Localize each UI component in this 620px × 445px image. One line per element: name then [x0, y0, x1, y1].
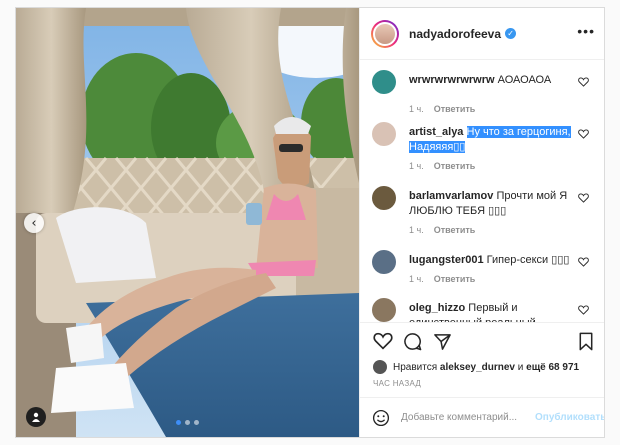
likes-conj: и	[517, 361, 524, 373]
comment-text: barlamvarlamov Прочти мой Я ЛЮБЛЮ ТЕБЯ ▯…	[409, 189, 577, 219]
reply-button[interactable]: Ответить	[434, 274, 476, 284]
comment-meta: 1 ч. Ответить	[409, 104, 485, 114]
comment-content: АОАОАОА	[497, 74, 552, 86]
comment-text: wrwrwrwrwrwrw АОАОАОА	[409, 73, 577, 88]
post-sidebar: nadyadorofeeva ✓ ••• wrwrwrwrwrwrw АОАОА…	[359, 8, 604, 437]
comment-text: lugangster001 Гипер-секси ▯▯▯	[409, 253, 577, 268]
comment-time: 1 ч.	[409, 161, 424, 171]
carousel-dots	[16, 420, 359, 425]
heart-icon[interactable]	[578, 129, 589, 139]
carousel-dot	[176, 420, 181, 425]
emoji-icon[interactable]	[372, 409, 390, 427]
comment-avatar[interactable]	[372, 298, 396, 322]
comment-text: oleg_hizzo Первый и единственный реальны…	[409, 301, 577, 322]
comment-username[interactable]: lugangster001	[409, 254, 484, 266]
emoji-placeholder: ▯▯▯	[488, 205, 507, 217]
carousel-dot	[194, 420, 199, 425]
reply-button[interactable]: Ответить	[434, 161, 476, 171]
author-avatar[interactable]	[371, 19, 399, 48]
carousel-prev-button[interactable]: ‹	[24, 213, 44, 233]
instagram-post: ‹ nadyadorofeeva ✓ ••• wrwrwrwrwrwrw АОА…	[15, 7, 605, 438]
post-actions	[360, 322, 604, 360]
comment-meta: 1 ч. Ответить	[409, 161, 485, 171]
comment-avatar[interactable]	[372, 250, 396, 274]
comment-icon[interactable]	[403, 332, 422, 351]
heart-icon[interactable]	[578, 77, 589, 87]
like-heart-icon[interactable]	[373, 332, 393, 350]
verified-badge-icon: ✓	[505, 28, 517, 39]
share-icon[interactable]	[433, 332, 452, 351]
likes-prefix: Нравится	[393, 361, 438, 373]
reply-button[interactable]: Ответить	[434, 225, 476, 235]
post-header: nadyadorofeeva ✓ •••	[360, 8, 604, 60]
heart-icon[interactable]	[578, 193, 589, 203]
comment-avatar[interactable]	[372, 122, 396, 146]
chevron-left-icon: ‹	[31, 215, 37, 231]
comments-list: wrwrwrwrwrwrw АОАОАОА 1 ч. Ответить artis…	[360, 60, 604, 322]
comment-avatar[interactable]	[372, 186, 396, 210]
comment-meta: 1 ч. Ответить	[409, 274, 485, 284]
user-tag-button[interactable]	[26, 407, 46, 427]
comment-time: 1 ч.	[409, 104, 424, 114]
comment-content: Гипер-секси	[486, 254, 549, 266]
liker-avatar[interactable]	[373, 360, 387, 374]
user-tag-icon	[32, 412, 40, 422]
comment-input[interactable]	[401, 412, 533, 423]
posted-time[interactable]: ЧАС НАЗАД	[373, 379, 421, 388]
emoji-placeholder: ▯▯▯	[551, 254, 570, 266]
comment-username[interactable]: artist_alya	[409, 126, 463, 138]
comment-username[interactable]: wrwrwrwrwrwrw	[409, 74, 495, 86]
publish-button[interactable]: Опубликовать	[535, 412, 604, 423]
more-options-icon[interactable]: •••	[577, 23, 595, 39]
likes-summary: Нравится aleksey_durnev и ещё 68 971	[373, 360, 598, 374]
comment-avatar[interactable]	[372, 70, 396, 94]
heart-icon[interactable]	[578, 305, 589, 315]
author-username[interactable]: nadyadorofeeva	[409, 27, 501, 41]
comment-meta: 1 ч. Ответить	[409, 225, 485, 235]
add-comment-bar: Опубликовать	[360, 397, 604, 437]
comment-username[interactable]: barlamvarlamov	[409, 190, 493, 202]
comment-time: 1 ч.	[409, 225, 424, 235]
post-photo[interactable]: ‹	[16, 8, 359, 437]
comment-time: 1 ч.	[409, 274, 424, 284]
heart-icon[interactable]	[578, 257, 589, 267]
emoji-placeholder: ▯▯	[453, 141, 466, 153]
bookmark-icon[interactable]	[578, 332, 594, 351]
photo-illustration	[16, 8, 359, 437]
likes-count[interactable]: ещё 68 971	[526, 362, 579, 373]
comment-text: artist_alya Ну что за герцогиня, Надяяяя…	[409, 125, 577, 155]
reply-button[interactable]: Ответить	[434, 104, 476, 114]
carousel-dot	[185, 420, 190, 425]
comment-username[interactable]: oleg_hizzo	[409, 302, 465, 314]
liker-username[interactable]: aleksey_durnev	[440, 362, 515, 373]
